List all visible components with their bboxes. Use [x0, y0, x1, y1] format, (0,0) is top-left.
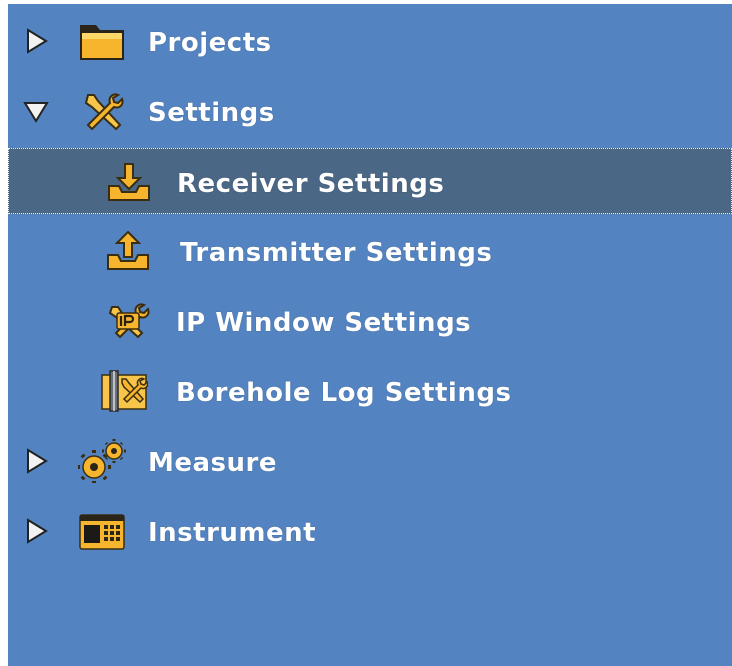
collapse-arrow-icon[interactable] [22, 97, 50, 125]
expand-arrow-icon[interactable] [22, 27, 50, 55]
folder-icon [80, 25, 124, 60]
tree-item-measure[interactable]: Measure [8, 428, 732, 494]
gears-icon [78, 439, 126, 483]
tree-item-label: Instrument [148, 518, 317, 548]
tools-icon [84, 93, 124, 131]
download-tray-icon [108, 163, 150, 201]
tree-item-label: Borehole Log Settings [176, 378, 512, 408]
ip-tools-icon [108, 303, 150, 339]
tree-item-label: Measure [148, 448, 277, 478]
tree-item-receiver-settings[interactable]: Receiver Settings [8, 148, 732, 214]
tree-item-settings[interactable]: Settings [8, 78, 732, 144]
expand-arrow-icon[interactable] [22, 517, 50, 545]
tree-item-label: Projects [148, 28, 272, 58]
tree-item-label: Settings [148, 98, 275, 128]
tree-item-label: IP Window Settings [176, 308, 472, 338]
expand-arrow-icon[interactable] [22, 447, 50, 475]
upload-tray-icon [107, 230, 149, 270]
borehole-tools-icon [101, 370, 148, 412]
tree-item-label: Transmitter Settings [180, 238, 493, 268]
tree-item-instrument[interactable]: Instrument [8, 498, 732, 564]
tree-item-label: Receiver Settings [177, 169, 445, 199]
tree-item-projects[interactable]: Projects [8, 8, 732, 74]
tree-item-borehole-log-settings[interactable]: Borehole Log Settings [8, 358, 732, 424]
navigation-tree: Projects Settings Receiver Settings Tran… [8, 4, 732, 666]
instrument-panel-icon [79, 514, 125, 550]
tree-item-ip-window-settings[interactable]: IP Window Settings [8, 288, 732, 354]
tree-item-transmitter-settings[interactable]: Transmitter Settings [8, 218, 732, 284]
